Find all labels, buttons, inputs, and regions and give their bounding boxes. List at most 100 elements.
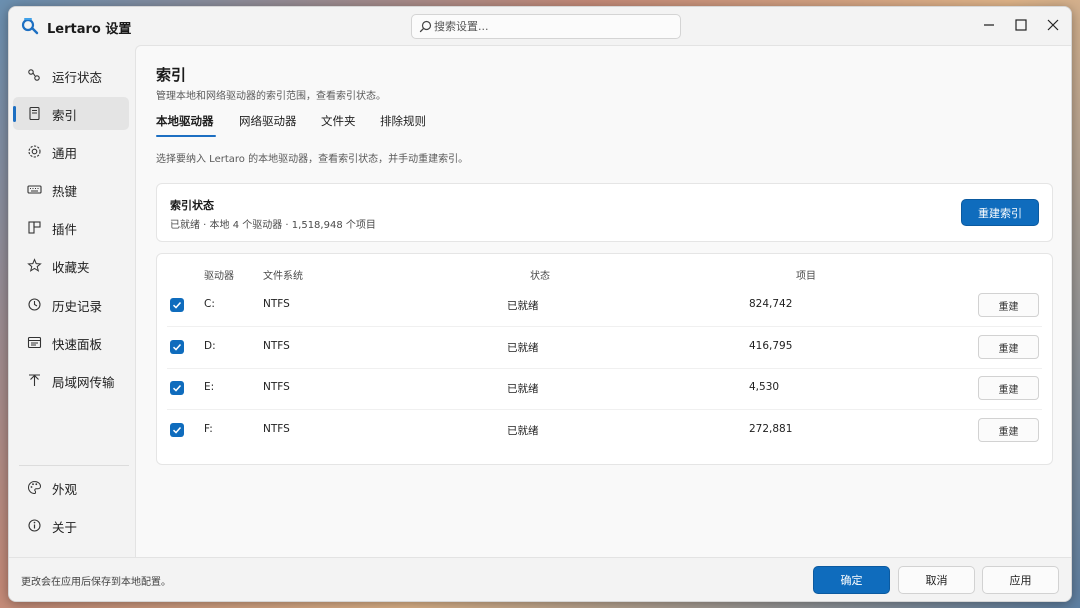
rebuild-index-button[interactable]: 重建索引 <box>961 199 1039 226</box>
close-button[interactable] <box>1037 7 1069 43</box>
apply-button[interactable]: 应用 <box>982 566 1059 594</box>
panel-icon <box>27 336 42 349</box>
maximize-button[interactable] <box>1005 7 1037 43</box>
settings-window: Lertaro 设置 运行状态 <box>8 6 1072 602</box>
drive-checkbox[interactable] <box>170 381 184 395</box>
drive-letter: D: <box>204 340 216 352</box>
star-icon <box>27 258 42 272</box>
sidebar-item-appearance[interactable]: 外观 <box>13 471 129 504</box>
minimize-button[interactable] <box>973 7 1005 43</box>
table-row: E: NTFS 已就绪 4,530 重建 <box>157 368 1052 409</box>
checkmark-icon <box>172 426 182 434</box>
table-row: C: NTFS 已就绪 824,742 重建 <box>157 285 1052 326</box>
drive-item-count: 416,795 <box>749 340 793 352</box>
tab-folders[interactable]: 文件夹 <box>321 113 356 129</box>
drive-filesystem: NTFS <box>263 381 290 393</box>
sidebar-item-label: 插件 <box>52 222 78 237</box>
checkmark-icon <box>172 384 182 392</box>
rebuild-drive-button[interactable]: 重建 <box>978 418 1039 442</box>
rebuild-drive-button[interactable]: 重建 <box>978 293 1039 317</box>
rebuild-drive-button[interactable]: 重建 <box>978 335 1039 359</box>
search-input[interactable] <box>434 18 674 35</box>
search-icon <box>419 20 432 33</box>
table-row: F: NTFS 已就绪 272,881 重建 <box>157 410 1052 451</box>
drive-item-count: 272,881 <box>749 423 793 435</box>
column-header-filesystem: 文件系统 <box>263 271 303 282</box>
drive-status: 已就绪 <box>507 425 539 437</box>
drive-filesystem: NTFS <box>263 340 290 352</box>
footer-bar: 更改会在应用后保存到本地配置。 确定 取消 应用 <box>9 557 1071 601</box>
sidebar-item-status[interactable]: 运行状态 <box>13 59 129 92</box>
footer-note: 更改会在应用后保存到本地配置。 <box>21 577 171 588</box>
window-title: Lertaro 设置 <box>47 22 132 37</box>
rebuild-drive-button[interactable]: 重建 <box>978 376 1039 400</box>
info-icon <box>28 519 41 532</box>
checkmark-icon <box>172 301 182 309</box>
sidebar-item-favorites[interactable]: 收藏夹 <box>13 249 129 282</box>
sidebar-item-lan-transfer[interactable]: 局域网传输 <box>13 364 129 397</box>
drive-filesystem: NTFS <box>263 298 290 310</box>
sidebar-item-label: 索引 <box>52 108 78 123</box>
sidebar-item-index[interactable]: 索引 <box>13 97 129 130</box>
page-subtitle: 管理本地和网络驱动器的索引范围，查看索引状态。 <box>156 91 386 102</box>
sidebar-item-plugins[interactable]: 插件 <box>13 211 129 244</box>
sidebar-item-label: 通用 <box>52 146 78 161</box>
sidebar-item-history[interactable]: 历史记录 <box>13 288 129 321</box>
status-card-title: 索引状态 <box>170 199 214 212</box>
active-tab-indicator <box>156 135 216 137</box>
sidebar-item-quick-panel[interactable]: 快速面板 <box>13 326 129 359</box>
cancel-button[interactable]: 取消 <box>898 566 975 594</box>
drive-filesystem: NTFS <box>263 423 290 435</box>
drive-status: 已就绪 <box>507 342 539 354</box>
column-header-status: 状态 <box>530 271 550 282</box>
tab-description: 选择要纳入 Lertaro 的本地驱动器，查看索引状态，并手动重建索引。 <box>156 154 469 165</box>
gear-icon <box>28 145 41 158</box>
sidebar-item-about[interactable]: 关于 <box>13 509 129 542</box>
main-content: 索引 管理本地和网络驱动器的索引范围，查看索引状态。 本地驱动器 网络驱动器 文… <box>135 45 1071 557</box>
tab-local-drives[interactable]: 本地驱动器 <box>156 113 214 129</box>
sidebar-divider <box>19 465 129 466</box>
close-icon <box>1047 19 1059 31</box>
sidebar-item-label: 关于 <box>52 520 78 535</box>
status-card-detail: 已就绪 · 本地 4 个驱动器 · 1,518,948 个项目 <box>170 220 376 231</box>
sidebar-item-general[interactable]: 通用 <box>13 135 129 168</box>
column-header-items: 项目 <box>796 271 816 282</box>
drive-item-count: 824,742 <box>749 298 793 310</box>
sidebar-item-label: 外观 <box>52 482 78 497</box>
sidebar-item-label: 局域网传输 <box>52 375 115 390</box>
title-bar: Lertaro 设置 <box>9 7 1071 45</box>
tab-exclusion-rules[interactable]: 排除规则 <box>380 113 426 129</box>
drive-checkbox[interactable] <box>170 340 184 354</box>
status-icon <box>28 69 40 81</box>
maximize-icon <box>1015 19 1027 31</box>
drive-letter: F: <box>204 423 213 435</box>
transfer-icon <box>29 374 40 386</box>
drive-checkbox[interactable] <box>170 423 184 437</box>
drive-status: 已就绪 <box>507 300 539 312</box>
drive-status: 已就绪 <box>507 383 539 395</box>
checkmark-icon <box>172 343 182 351</box>
keyboard-icon <box>27 185 42 194</box>
table-row: D: NTFS 已就绪 416,795 重建 <box>157 327 1052 368</box>
history-icon <box>28 298 41 311</box>
drive-letter: C: <box>204 298 215 310</box>
sidebar-item-label: 运行状态 <box>52 70 103 85</box>
drive-table: 驱动器 文件系统 状态 项目 C: NTFS 已就绪 824,742 重建 D: <box>156 253 1053 465</box>
drive-letter: E: <box>204 381 215 393</box>
ok-button[interactable]: 确定 <box>813 566 890 594</box>
index-icon <box>29 106 40 121</box>
drive-item-count: 4,530 <box>749 381 780 393</box>
sidebar-item-label: 热键 <box>52 184 78 199</box>
plugin-icon <box>28 221 41 234</box>
sidebar: 运行状态 索引 通用 热键 插件 收藏夹 历史记录 快速面板 局域网传输 外观 … <box>9 45 135 557</box>
search-box[interactable] <box>411 14 681 39</box>
drive-checkbox[interactable] <box>170 298 184 312</box>
palette-icon <box>28 480 42 495</box>
tab-network-drives[interactable]: 网络驱动器 <box>239 113 297 129</box>
sidebar-item-hotkeys[interactable]: 热键 <box>13 173 129 206</box>
minimize-icon <box>984 24 994 26</box>
sidebar-item-label: 快速面板 <box>52 337 103 352</box>
page-title: 索引 <box>156 66 187 84</box>
lertaro-logo-icon <box>21 18 39 35</box>
sidebar-item-label: 收藏夹 <box>52 260 90 275</box>
